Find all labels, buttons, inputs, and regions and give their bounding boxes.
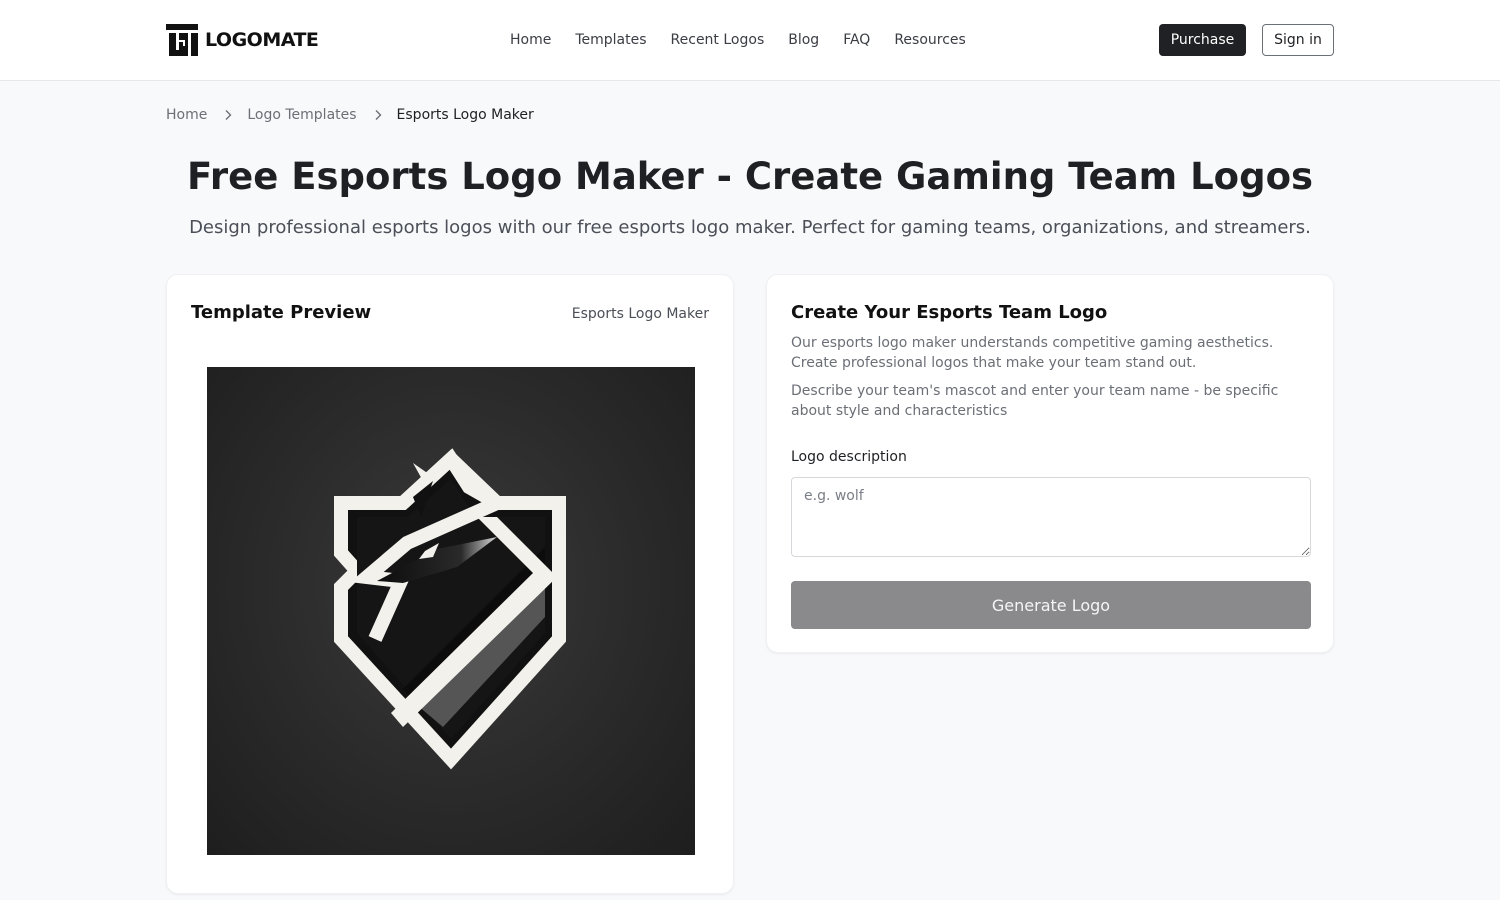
nav-home[interactable]: Home <box>510 30 551 50</box>
logo-description-label: Logo description <box>791 449 907 465</box>
nav-blog[interactable]: Blog <box>788 30 819 50</box>
create-logo-card: Create Your Esports Team Logo Our esport… <box>766 274 1334 653</box>
brand-logo[interactable]: LOGOMATE <box>166 24 319 56</box>
preview-title: Template Preview <box>191 302 372 323</box>
site-header: LOGOMATE Home Templates Recent Logos Blo… <box>0 0 1500 81</box>
template-preview-card: Template Preview Esports Logo Maker <box>166 274 734 894</box>
create-instructions-text: Describe your team's mascot and enter yo… <box>791 383 1279 419</box>
create-description-text: Our esports logo maker understands compe… <box>791 335 1274 371</box>
breadcrumb-current: Esports Logo Maker <box>396 107 534 123</box>
page-subtitle: Design professional esports logos with o… <box>189 217 1311 238</box>
logo-description-input[interactable] <box>791 477 1311 557</box>
chevron-right-icon <box>372 109 384 121</box>
page-title: Free Esports Logo Maker - Create Gaming … <box>186 155 1314 198</box>
chevron-right-icon <box>222 109 234 121</box>
nav-faq[interactable]: FAQ <box>843 30 870 50</box>
nav-resources[interactable]: Resources <box>894 30 966 50</box>
sign-in-button[interactable]: Sign in <box>1262 24 1334 56</box>
preview-tag: Esports Logo Maker <box>571 306 709 322</box>
nav-recent-logos[interactable]: Recent Logos <box>671 30 765 50</box>
wolf-shield-logo-icon <box>334 448 566 770</box>
logo-preview-image <box>207 367 695 855</box>
generate-logo-button[interactable]: Generate Logo <box>791 581 1311 629</box>
create-description: Our esports logo maker understands compe… <box>791 333 1291 421</box>
create-title: Create Your Esports Team Logo <box>791 302 1108 323</box>
breadcrumb-logo-templates[interactable]: Logo Templates <box>247 105 356 125</box>
breadcrumb: Home Logo Templates Esports Logo Maker <box>166 105 534 125</box>
purchase-button[interactable]: Purchase <box>1159 24 1246 56</box>
logomate-logo-icon <box>166 24 198 56</box>
breadcrumb-home[interactable]: Home <box>166 105 207 125</box>
nav-templates[interactable]: Templates <box>575 30 646 50</box>
main-nav: Home Templates Recent Logos Blog FAQ Res… <box>510 30 966 50</box>
brand-name: LOGOMATE <box>205 29 319 51</box>
